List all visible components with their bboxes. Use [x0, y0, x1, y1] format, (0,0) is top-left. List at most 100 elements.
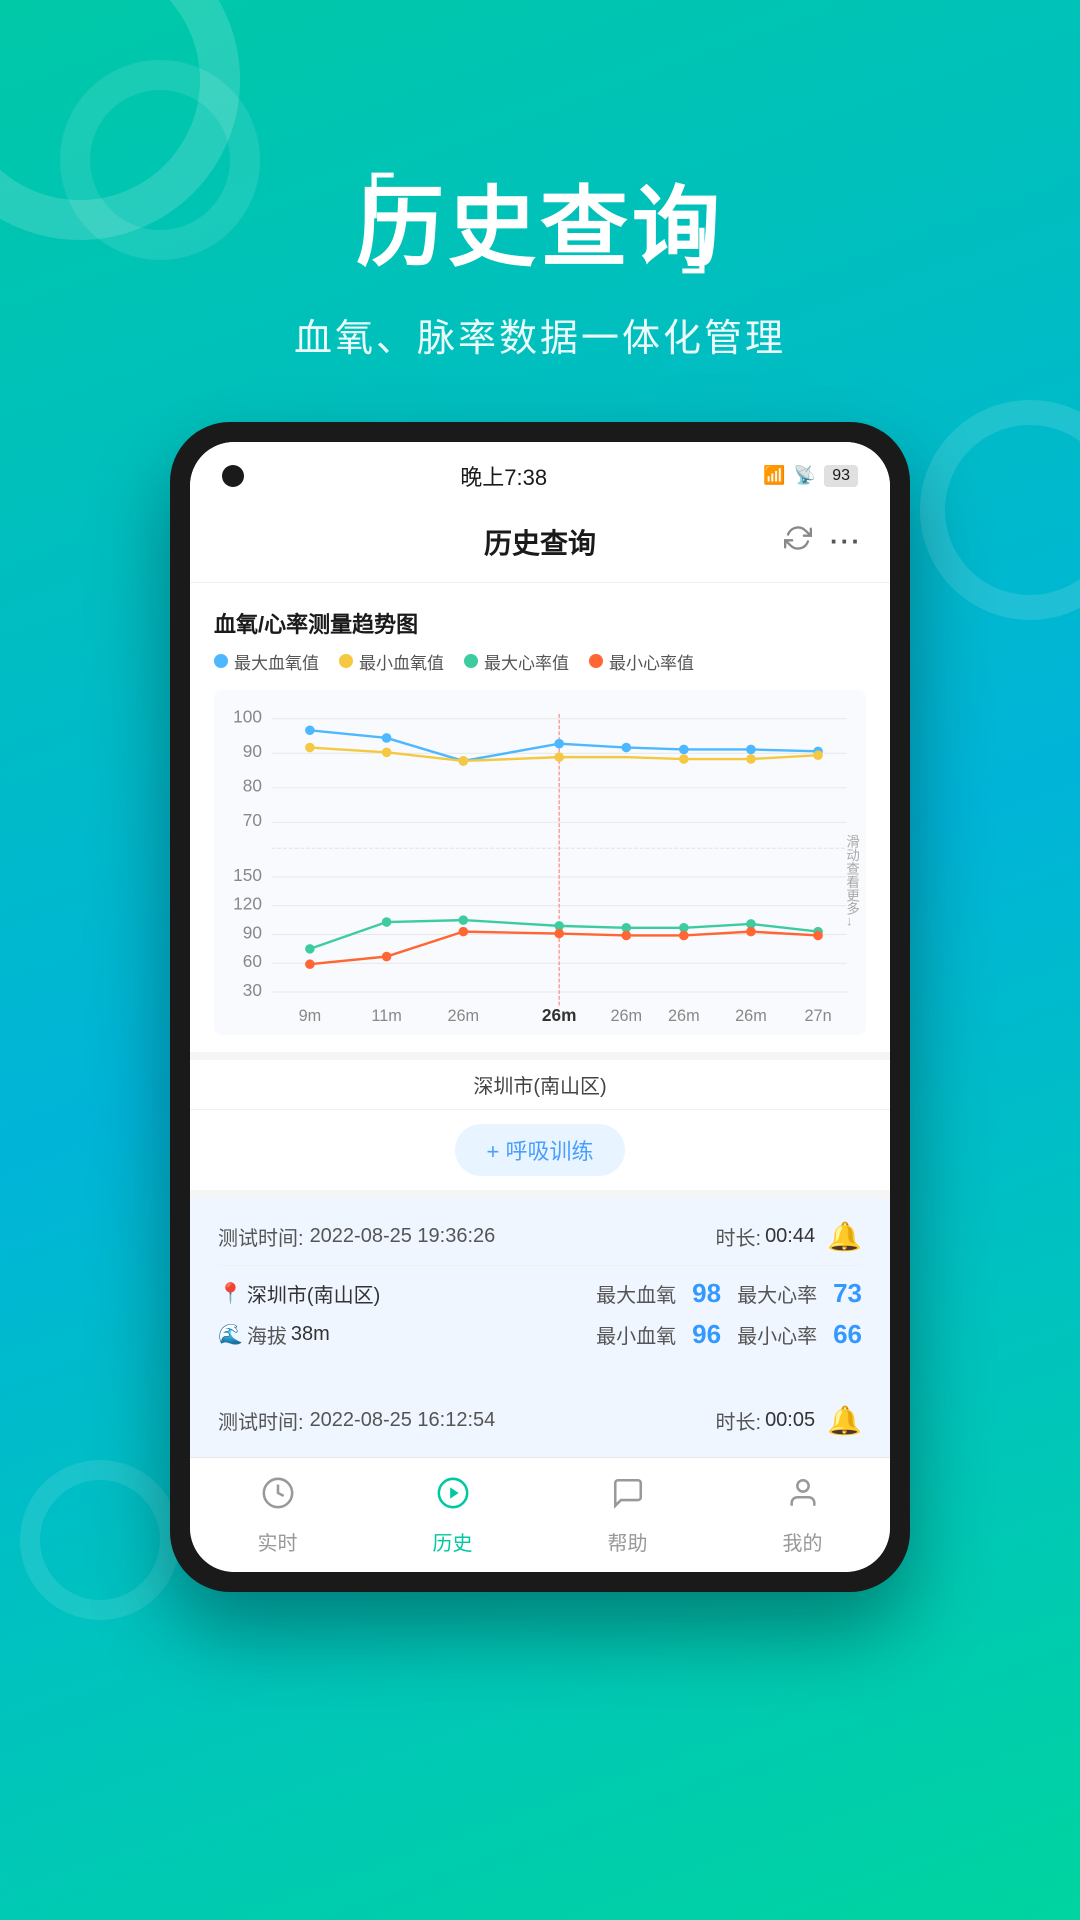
svg-text:30: 30	[243, 980, 262, 1000]
legend-dot-min-hr	[589, 654, 603, 668]
record-header-row-2: 测试时间: 2022-08-25 16:12:54 时长: 00:05 🔔	[218, 1404, 862, 1437]
record-duration-label-2: 时长:	[716, 1406, 762, 1435]
svg-text:26m: 26m	[668, 1007, 700, 1025]
chat-icon	[611, 1476, 645, 1519]
svg-text:70: 70	[243, 810, 262, 830]
svg-text:滑动查看更多→: 滑动查看更多→	[844, 834, 860, 928]
min-hr-value-1: 66	[833, 1319, 862, 1350]
nav-help[interactable]: 帮助	[578, 1476, 678, 1556]
chart-section: 血氧/心率测量趋势图 最大血氧值 最小血氧值 最大心率值	[190, 583, 890, 1052]
record-duration-1: 00:44	[765, 1225, 815, 1248]
signal-icon: 📶	[763, 465, 785, 486]
max-spo2-label-1: 最大血氧	[596, 1279, 676, 1308]
svg-text:120: 120	[233, 893, 262, 913]
altitude-icon-1: 🌊	[218, 1322, 243, 1347]
bell-icon-1: 🔔	[827, 1220, 862, 1253]
page-subtitle: 血氧、脉率数据一体化管理	[0, 307, 1080, 362]
location-bar: 深圳市(南山区)	[190, 1060, 890, 1110]
svg-text:11m: 11m	[371, 1007, 401, 1025]
chart-title: 血氧/心率测量趋势图	[214, 607, 866, 639]
legend-min-hr: 最小心率值	[589, 649, 694, 674]
record-location-1: 深圳市(南山区)	[247, 1279, 380, 1308]
battery-icon: 93	[824, 465, 858, 487]
svg-text:26m: 26m	[542, 1005, 577, 1025]
legend-label-max-hr: 最大心率值	[484, 649, 569, 674]
record-time-label-1: 测试时间:	[218, 1222, 304, 1251]
nav-help-label: 帮助	[608, 1527, 648, 1556]
refresh-button[interactable]	[784, 524, 812, 559]
bg-decoration-4	[20, 1460, 180, 1620]
nav-realtime[interactable]: 实时	[228, 1476, 328, 1556]
record-header-row-1: 测试时间: 2022-08-25 19:36:26 时长: 00:44 🔔	[218, 1220, 862, 1253]
svg-text:9m: 9m	[299, 1007, 322, 1025]
svg-text:27n: 27n	[804, 1007, 831, 1025]
record-detail-row-1: 📍 深圳市(南山区) 最大血氧 98 最大心率 73	[218, 1278, 862, 1309]
record-duration-2: 00:05	[765, 1409, 815, 1432]
app-header: 历史查询 ···	[190, 502, 890, 583]
legend-max-hr: 最大心率值	[464, 649, 569, 674]
clock-icon	[261, 1476, 295, 1519]
svg-text:80: 80	[243, 775, 262, 795]
svg-text:60: 60	[243, 951, 262, 971]
hero-header: 历史查询 血氧、脉率数据一体化管理	[0, 0, 1080, 362]
legend-min-spo2: 最小血氧值	[339, 649, 444, 674]
record-time-label-2: 测试时间:	[218, 1406, 304, 1435]
svg-text:26m: 26m	[735, 1007, 767, 1025]
more-button[interactable]: ···	[830, 526, 862, 557]
chart-svg: 100 90 80 70 150 120 90 60 30 9m	[214, 690, 866, 1035]
max-hr-label-1: 最大心率	[737, 1279, 817, 1308]
chart-legend: 最大血氧值 最小血氧值 最大心率值 最小心率值	[214, 649, 866, 674]
nav-history[interactable]: 历史	[403, 1476, 503, 1556]
svg-text:90: 90	[243, 741, 262, 761]
min-spo2-value-1: 96	[692, 1319, 721, 1350]
legend-label-min-spo2: 最小血氧值	[359, 649, 444, 674]
app-title: 历史查询	[484, 522, 596, 562]
bg-decoration-3	[920, 400, 1080, 620]
status-icons: 📶 📡 93	[763, 465, 858, 487]
play-icon	[436, 1476, 470, 1519]
chart-wrapper: 100 90 80 70 150 120 90 60 30 9m	[214, 690, 866, 1040]
altitude-value-1: 38m	[291, 1323, 330, 1346]
svg-text:90: 90	[243, 922, 262, 942]
svg-text:26m: 26m	[447, 1007, 479, 1025]
record-duration-label-1: 时长:	[716, 1222, 762, 1251]
record-time-2: 2022-08-25 16:12:54	[310, 1409, 496, 1432]
bottom-nav: 实时 历史 帮助 我的	[190, 1457, 890, 1572]
record-altitude-row-1: 🌊 海拔 38m 最小血氧 96 最小心率 66	[218, 1319, 862, 1350]
location-pin-icon-1: 📍	[218, 1281, 243, 1306]
phone-frame: 晚上7:38 📶 📡 93 历史查询 ··· 血氧/心	[170, 422, 910, 1592]
legend-label-min-hr: 最小心率值	[609, 649, 694, 674]
breathing-btn[interactable]: + 呼吸训练	[455, 1124, 626, 1176]
phone-screen: 晚上7:38 📶 📡 93 历史查询 ··· 血氧/心	[190, 442, 890, 1572]
bell-icon-2: 🔔	[827, 1404, 862, 1437]
altitude-label-1: 海拔	[247, 1320, 287, 1349]
record-card-2: 测试时间: 2022-08-25 16:12:54 时长: 00:05 🔔	[190, 1382, 890, 1457]
legend-dot-max-spo2	[214, 654, 228, 668]
phone-mockup: 晚上7:38 📶 📡 93 历史查询 ··· 血氧/心	[170, 422, 910, 1592]
record-card-1: 测试时间: 2022-08-25 19:36:26 时长: 00:44 🔔 📍 …	[190, 1198, 890, 1382]
nav-profile-label: 我的	[783, 1527, 823, 1556]
svg-text:100: 100	[233, 706, 262, 726]
legend-max-spo2: 最大血氧值	[214, 649, 319, 674]
legend-dot-min-spo2	[339, 654, 353, 668]
wifi-icon: 📡	[794, 465, 816, 486]
legend-dot-max-hr	[464, 654, 478, 668]
person-icon	[786, 1476, 820, 1519]
max-hr-value-1: 73	[833, 1278, 862, 1309]
separator-1	[218, 1265, 862, 1266]
svg-text:150: 150	[233, 865, 262, 885]
nav-realtime-label: 实时	[258, 1527, 298, 1556]
legend-label-max-spo2: 最大血氧值	[234, 649, 319, 674]
breathing-btn-container: + 呼吸训练	[190, 1110, 890, 1190]
record-time-1: 2022-08-25 19:36:26	[310, 1225, 496, 1248]
app-header-actions[interactable]: ···	[784, 524, 862, 559]
camera-cutout	[222, 465, 244, 487]
min-spo2-label-1: 最小血氧	[596, 1320, 676, 1349]
page-main-title: 历史查询	[356, 180, 724, 277]
svg-text:26m: 26m	[610, 1007, 642, 1025]
status-time: 晚上7:38	[460, 460, 547, 492]
nav-history-label: 历史	[433, 1527, 473, 1556]
status-bar: 晚上7:38 📶 📡 93	[190, 442, 890, 502]
nav-profile[interactable]: 我的	[753, 1476, 853, 1556]
max-spo2-value-1: 98	[692, 1278, 721, 1309]
